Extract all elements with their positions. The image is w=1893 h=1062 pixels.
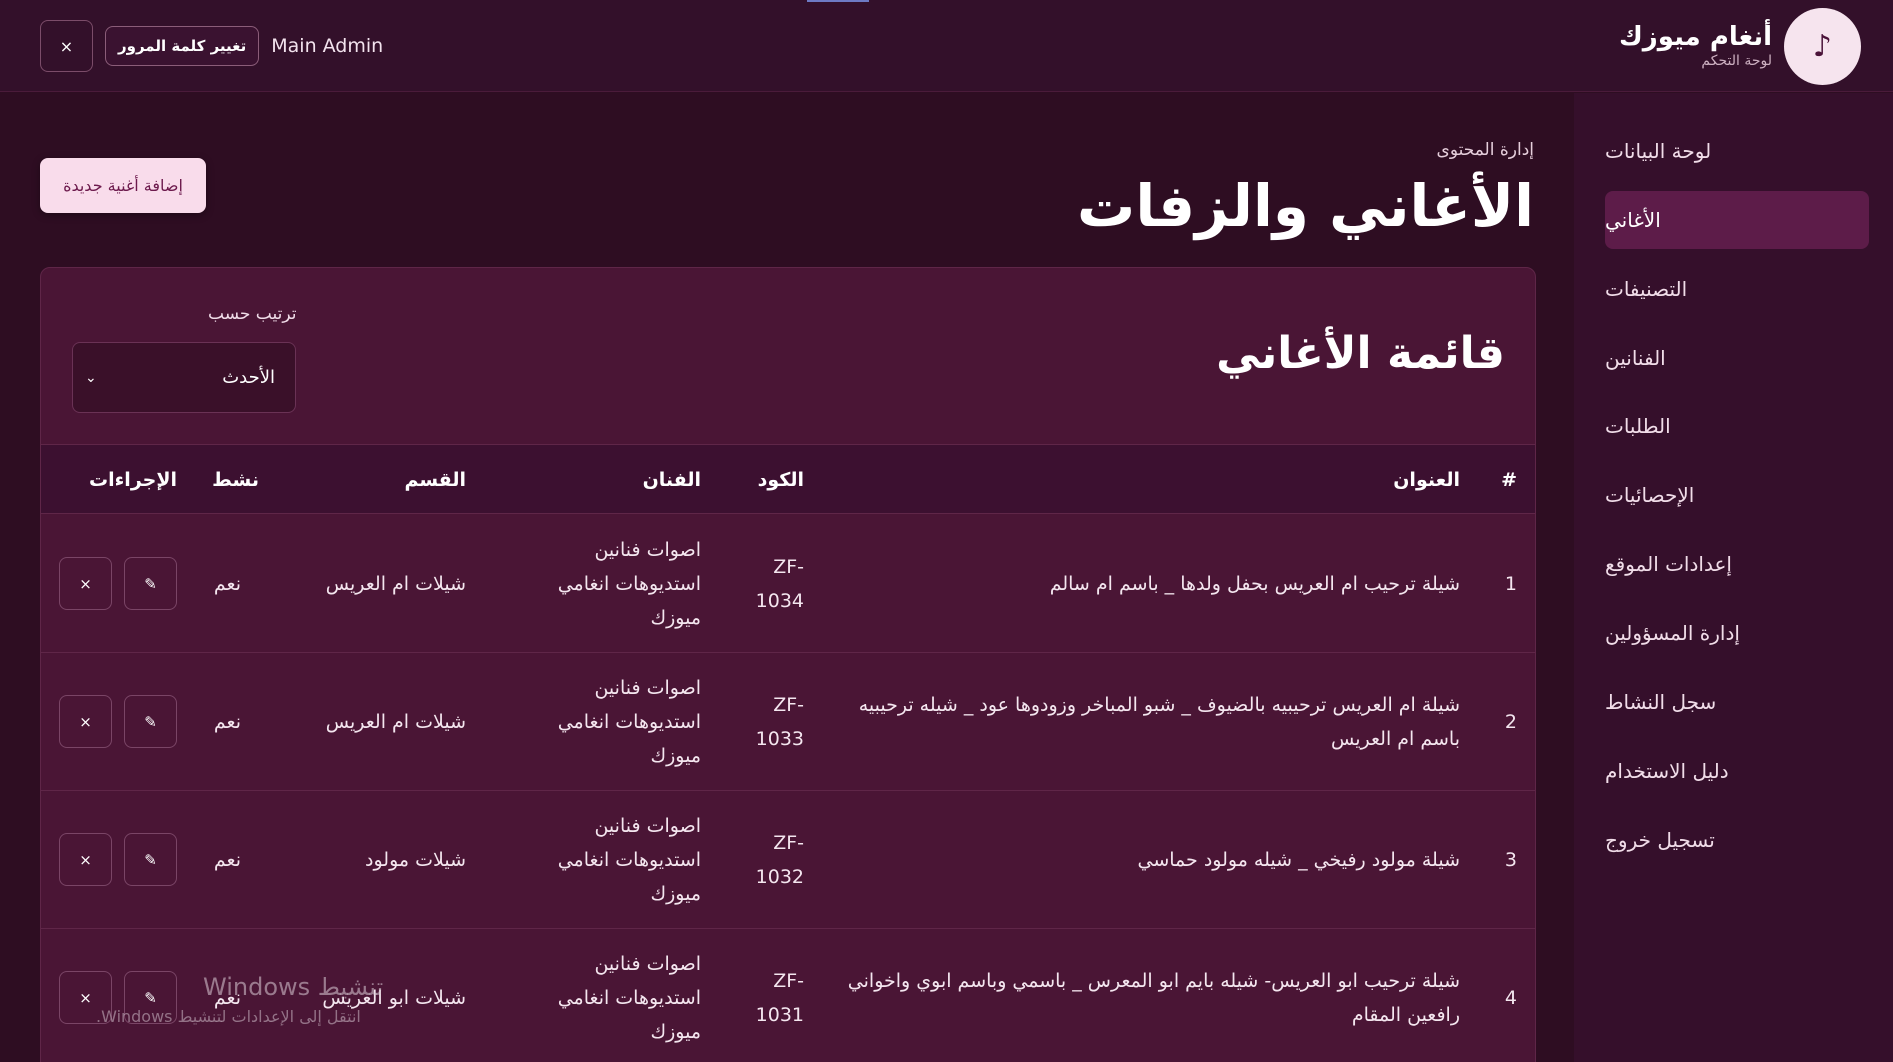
col-index: # xyxy=(1501,469,1517,491)
row-code: ZF-1031 xyxy=(755,970,804,1026)
edit-icon[interactable]: ✎ xyxy=(124,695,177,748)
row-active: نعم xyxy=(213,711,241,733)
row-index: 2 xyxy=(1504,711,1517,733)
close-icon[interactable]: × xyxy=(40,20,93,72)
music-note-icon: ♪ xyxy=(1784,7,1861,85)
col-title: العنوان xyxy=(1393,469,1460,491)
sort-select[interactable]: ⌄ الأحدث xyxy=(72,342,296,413)
sidebar-item-statistics[interactable]: الإحصائيات xyxy=(1605,466,1869,524)
top-bar: ♪ أنغام ميوزك لوحة التحكم × تغيير كلمة ا… xyxy=(0,0,1893,92)
row-code: ZF-1034 xyxy=(755,556,804,612)
page-title: الأغاني والزفات xyxy=(1077,172,1534,240)
row-active: نعم xyxy=(213,573,241,595)
row-artist: اصوات فنانين استديوهات انغامي ميوزك xyxy=(557,539,701,629)
edit-icon[interactable]: ✎ xyxy=(124,557,177,610)
row-artist: اصوات فنانين استديوهات انغامي ميوزك xyxy=(557,815,701,905)
brand-name: أنغام ميوزك xyxy=(1618,22,1772,52)
row-code: ZF-1033 xyxy=(755,694,804,750)
col-code: الكود xyxy=(757,469,804,491)
sidebar: لوحة البيانات الأغاني التصنيفات الفنانين… xyxy=(1574,93,1893,1062)
breadcrumb[interactable]: إدارة المحتوى xyxy=(1437,140,1534,160)
delete-icon[interactable]: × xyxy=(59,695,112,748)
row-artist: اصوات فنانين استديوهات انغامي ميوزك xyxy=(557,953,701,1043)
sidebar-item-artists[interactable]: الفنانين xyxy=(1605,329,1869,387)
admin-name: Main Admin xyxy=(271,35,384,57)
sort-selected-value: الأحدث xyxy=(222,367,275,388)
brand[interactable]: ♪ أنغام ميوزك لوحة التحكم xyxy=(1619,7,1861,85)
row-title: شيلة ترحيب ام العريس بحفل ولدها _ باسم ا… xyxy=(1049,573,1460,595)
col-active: نشط xyxy=(212,469,259,491)
row-category: شيلات ام العريس xyxy=(325,711,466,733)
sidebar-item-activity-log[interactable]: سجل النشاط xyxy=(1605,673,1869,731)
col-category: القسم xyxy=(404,469,466,491)
brand-subtitle: لوحة التحكم xyxy=(1701,53,1772,69)
sidebar-item-categories[interactable]: التصنيفات xyxy=(1605,260,1869,318)
table-row: 3 شيلة مولود رفيخي _ شيله مولود حماسي ZF… xyxy=(41,791,1535,929)
sort-label: ترتيب حسب xyxy=(208,304,297,324)
row-title: شيلة ترحيب ابو العريس- شيله بايم ابو الم… xyxy=(847,970,1460,1026)
brand-text: أنغام ميوزك لوحة التحكم xyxy=(1619,22,1772,70)
col-artist: الفنان xyxy=(642,469,701,491)
add-song-button[interactable]: إضافة أغنية جديدة xyxy=(40,158,206,213)
delete-icon[interactable]: × xyxy=(59,833,112,886)
sidebar-item-songs[interactable]: الأغاني xyxy=(1605,191,1869,249)
sidebar-item-orders[interactable]: الطلبات xyxy=(1605,397,1869,455)
row-index: 4 xyxy=(1504,987,1517,1009)
table-row: 1 شيلة ترحيب ام العريس بحفل ولدها _ باسم… xyxy=(41,515,1535,653)
row-artist: اصوات فنانين استديوهات انغامي ميوزك xyxy=(557,677,701,767)
edit-icon[interactable]: ✎ xyxy=(124,833,177,886)
chevron-down-icon: ⌄ xyxy=(85,369,97,386)
top-accent-line xyxy=(807,0,869,2)
change-password-button[interactable]: تغيير كلمة المرور xyxy=(105,26,260,66)
table-row: 2 شيلة ام العريس ترحيبيه بالضيوف _ شبو ا… xyxy=(41,653,1535,791)
sidebar-item-logout[interactable]: تسجيل خروج xyxy=(1605,811,1869,869)
app-root: ♪ أنغام ميوزك لوحة التحكم × تغيير كلمة ا… xyxy=(0,0,1893,1062)
row-active: نعم xyxy=(213,849,241,871)
row-code: ZF-1032 xyxy=(755,832,804,888)
sidebar-item-dashboard[interactable]: لوحة البيانات xyxy=(1605,122,1869,180)
row-title: شيلة ام العريس ترحيبيه بالضيوف _ شبو الم… xyxy=(858,694,1460,750)
row-index: 3 xyxy=(1504,849,1517,871)
row-category: شيلات مولود xyxy=(365,849,466,871)
sidebar-item-admins[interactable]: إدارة المسؤولين xyxy=(1605,604,1869,662)
row-title: شيلة مولود رفيخي _ شيله مولود حماسي xyxy=(1137,849,1460,871)
windows-activation-watermark: تنشيط Windows xyxy=(203,973,384,1001)
card-title: قائمة الأغاني xyxy=(1216,328,1505,379)
top-actions: × تغيير كلمة المرور Main Admin xyxy=(40,20,383,72)
table-header: # العنوان الكود الفنان القسم نشط الإجراء… xyxy=(41,444,1535,514)
sidebar-item-site-settings[interactable]: إعدادات الموقع xyxy=(1605,535,1869,593)
sidebar-item-user-guide[interactable]: دليل الاستخدام xyxy=(1605,742,1869,800)
col-actions: الإجراءات xyxy=(88,469,177,491)
windows-activation-hint: انتقل إلى الإعدادات لتنشيط Windows. xyxy=(96,1007,361,1026)
songs-card: قائمة الأغاني ترتيب حسب ⌄ الأحدث # العنو… xyxy=(40,267,1536,1062)
delete-icon[interactable]: × xyxy=(59,557,112,610)
row-index: 1 xyxy=(1504,573,1517,595)
row-category: شيلات ام العريس xyxy=(325,573,466,595)
